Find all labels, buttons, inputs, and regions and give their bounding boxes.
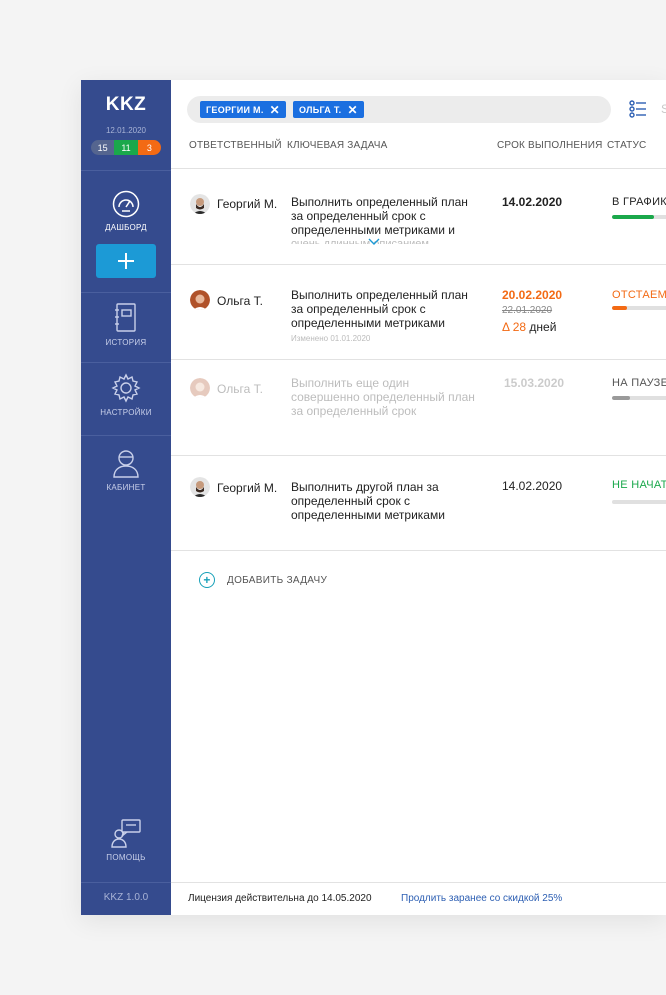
sidebar-item-label: ИСТОРИЯ bbox=[105, 338, 147, 347]
counter-lagging: 3 bbox=[137, 140, 161, 155]
progress-bar bbox=[612, 215, 666, 219]
renew-link[interactable]: Продлить заранее со скидкой 25% bbox=[401, 893, 562, 904]
current-date: 12.01.2020 bbox=[105, 126, 147, 135]
avatar bbox=[190, 378, 210, 398]
row-divider bbox=[171, 264, 666, 265]
delta-icon: Δ bbox=[502, 320, 510, 334]
row-divider bbox=[171, 455, 666, 456]
column-header-due[interactable]: СРОК ВЫПОЛНЕНИЯ bbox=[497, 140, 603, 151]
speedometer-icon bbox=[112, 190, 140, 218]
old-due-date: 22.01.2020 bbox=[502, 305, 553, 316]
avatar bbox=[190, 194, 210, 214]
progress-bar bbox=[612, 500, 666, 504]
progress-fill bbox=[612, 306, 627, 310]
avatar bbox=[190, 477, 210, 497]
license-text: Лицензия действительна до 14.05.2020 bbox=[188, 893, 372, 904]
filter-chip-label: ГЕОРГИИ М. bbox=[206, 104, 264, 115]
owner-name: Ольга Т. bbox=[217, 294, 263, 308]
task-title[interactable]: Выполнить другой план за определенный ср… bbox=[291, 480, 481, 522]
sidebar-item-label: ДАШБОРД bbox=[105, 223, 147, 232]
app-version: KKZ 1.0.0 bbox=[103, 892, 149, 903]
counter-on-track: 11 bbox=[114, 140, 138, 155]
app-window: KKZ 12.01.2020 15 11 3 ДАШБОРД ИСТОРИЯ Н… bbox=[81, 80, 666, 915]
sidebar-item-label: НАСТРОЙКИ bbox=[100, 408, 152, 417]
filter-chip-label: ОЛЬГА Т. bbox=[299, 104, 342, 115]
due-date: 20.02.2020 bbox=[502, 288, 563, 302]
footer-divider bbox=[171, 882, 666, 883]
column-header-task[interactable]: КЛЮЧЕВАЯ ЗАДАЧА bbox=[287, 140, 388, 151]
due-date: 15.03.2020 bbox=[504, 376, 565, 390]
gear-icon bbox=[111, 373, 141, 403]
notebook-icon bbox=[115, 303, 136, 332]
sidebar-item-dashboard[interactable]: ДАШБОРД bbox=[81, 190, 171, 232]
delay-days: 28 bbox=[512, 320, 527, 334]
sidebar-divider bbox=[81, 170, 171, 171]
owner-name: Георгий М. bbox=[217, 197, 278, 211]
sidebar-divider bbox=[81, 882, 171, 883]
sidebar-divider bbox=[81, 435, 171, 436]
sidebar-item-settings[interactable]: НАСТРОЙКИ bbox=[81, 373, 171, 417]
task-counters: 15 11 3 bbox=[91, 140, 161, 155]
sidebar-item-label: КАБИНЕТ bbox=[106, 483, 146, 492]
column-header-status[interactable]: СТАТУС bbox=[607, 140, 646, 151]
header-divider bbox=[171, 168, 666, 169]
progress-bar bbox=[612, 396, 666, 400]
sidebar-item-history[interactable]: ИСТОРИЯ bbox=[81, 303, 171, 347]
status-label: В ГРАФИКЕ bbox=[612, 196, 666, 208]
add-task-label: ДОБАВИТЬ ЗАДАЧУ bbox=[227, 574, 328, 586]
task-title[interactable]: Выполнить определенный план за определен… bbox=[291, 195, 481, 244]
progress-fill bbox=[612, 215, 654, 219]
sidebar-item-label: ПОМОЩЬ bbox=[106, 853, 146, 862]
changed-date: Изменено 01.01.2020 bbox=[291, 334, 371, 343]
app-logo[interactable]: KKZ bbox=[81, 94, 171, 116]
sidebar-item-help[interactable]: ПОМОЩЬ bbox=[81, 818, 171, 862]
filter-chip[interactable]: ОЛЬГА Т. ✕ bbox=[293, 101, 364, 118]
due-date: 14.02.2020 bbox=[502, 195, 563, 209]
task-text-overflow: очень длинным описанием bbox=[291, 238, 429, 244]
add-button[interactable] bbox=[96, 244, 156, 278]
row-divider bbox=[171, 359, 666, 360]
delay-unit: дней bbox=[529, 320, 557, 334]
status-label: ОТСТАЕМ bbox=[612, 289, 666, 301]
task-text: Выполнить определенный план за определен… bbox=[291, 195, 468, 237]
user-icon bbox=[113, 450, 139, 478]
close-icon[interactable]: ✕ bbox=[347, 104, 357, 116]
due-date: 14.02.2020 bbox=[502, 479, 563, 493]
filter-bar[interactable]: ГЕОРГИИ М. ✕ ОЛЬГА Т. ✕ bbox=[187, 96, 611, 123]
chevron-down-icon[interactable] bbox=[368, 238, 380, 246]
avatar bbox=[190, 290, 210, 310]
task-title[interactable]: Выполнить определенный план за определен… bbox=[291, 288, 481, 346]
owner-name: Георгий М. bbox=[217, 481, 278, 495]
owner-name: Ольга Т. bbox=[217, 382, 263, 396]
status-label: НЕ НАЧАТО bbox=[612, 479, 666, 491]
plus-icon bbox=[118, 253, 134, 269]
main-panel: ГЕОРГИИ М. ✕ ОЛЬГА Т. ✕ S ОТВЕТСТВЕННЫЙ … bbox=[171, 80, 666, 915]
filter-chip[interactable]: ГЕОРГИИ М. ✕ bbox=[200, 101, 287, 118]
search-label-cut: S bbox=[661, 102, 666, 116]
task-text: Выполнить определенный план за определен… bbox=[291, 288, 468, 330]
sidebar-divider bbox=[81, 292, 171, 293]
progress-fill bbox=[612, 396, 630, 400]
column-header-owner[interactable]: ОТВЕТСТВЕННЫЙ bbox=[189, 140, 282, 151]
delay-info: Δ 28 дней bbox=[502, 320, 556, 334]
row-divider bbox=[171, 550, 666, 551]
add-task-button[interactable]: + ДОБАВИТЬ ЗАДАЧУ bbox=[199, 572, 327, 588]
close-icon[interactable]: ✕ bbox=[270, 104, 280, 116]
sidebar: KKZ 12.01.2020 15 11 3 ДАШБОРД ИСТОРИЯ Н… bbox=[81, 80, 171, 915]
sidebar-divider bbox=[81, 362, 171, 363]
sidebar-item-cabinet[interactable]: КАБИНЕТ bbox=[81, 448, 171, 492]
plus-circle-icon: + bbox=[199, 572, 215, 588]
counter-total: 15 bbox=[91, 140, 115, 155]
list-view-icon[interactable] bbox=[629, 100, 647, 118]
status-label: НА ПАУЗЕ bbox=[612, 377, 666, 389]
progress-bar bbox=[612, 306, 666, 310]
task-title[interactable]: Выполнить еще один совершенно определенн… bbox=[291, 376, 481, 418]
help-chat-icon bbox=[111, 819, 141, 848]
